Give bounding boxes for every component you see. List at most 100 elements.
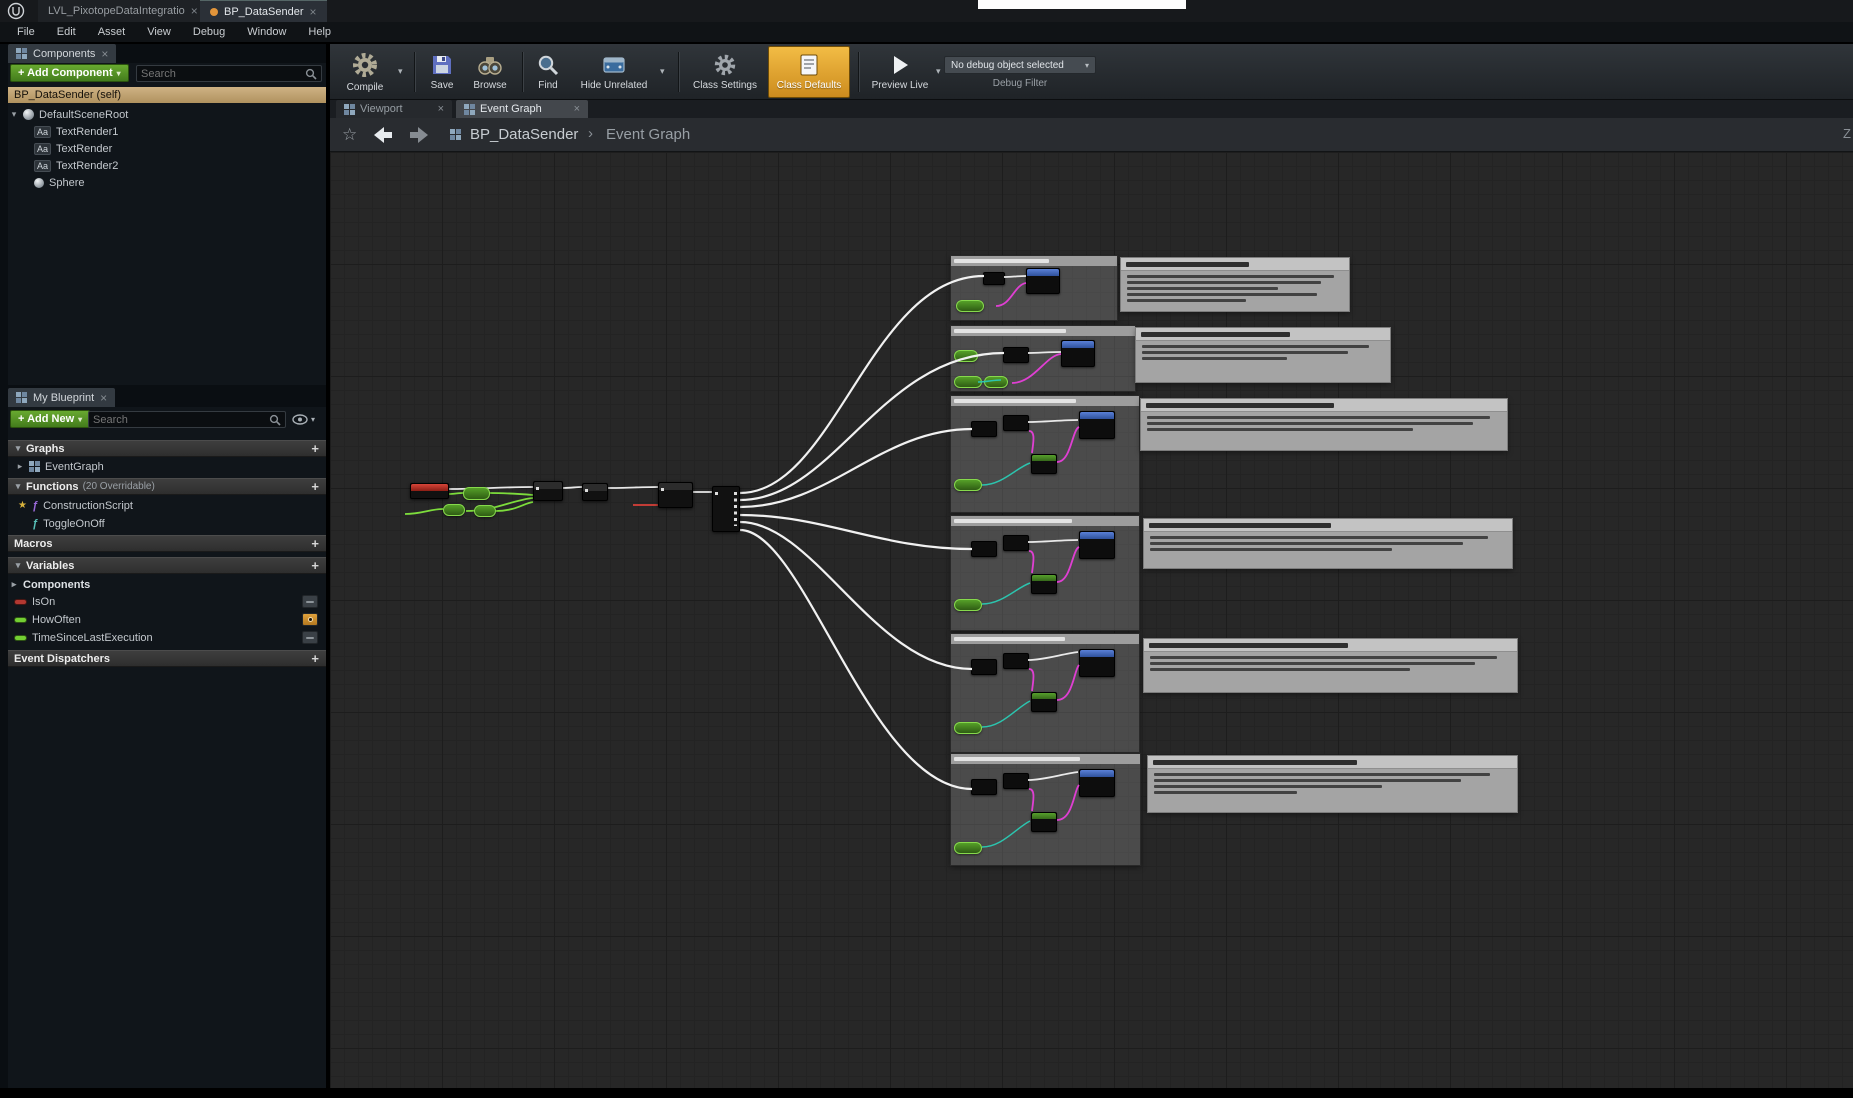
graphs-section-header[interactable]: ▾ Graphs + xyxy=(8,440,326,457)
add-new-button[interactable]: + Add New ▾ xyxy=(10,410,90,428)
menu-view[interactable]: View xyxy=(136,24,182,40)
menu-help[interactable]: Help xyxy=(297,24,342,40)
list-item-label: ConstructionScript xyxy=(43,500,133,512)
tree-item-textrender2[interactable]: Aa TextRender2 xyxy=(8,157,326,174)
logic-node[interactable] xyxy=(582,483,608,501)
menu-file[interactable]: File xyxy=(6,24,46,40)
debug-object-dropdown[interactable]: No debug object selected ▾ xyxy=(944,56,1096,74)
macros-section-header[interactable]: Macros + xyxy=(8,535,326,552)
play-icon xyxy=(890,53,910,77)
eye-open-icon[interactable] xyxy=(302,613,318,626)
hide-unrelated-caret[interactable]: ▾ xyxy=(660,66,665,77)
add-event-dispatcher-button[interactable]: + xyxy=(311,651,319,666)
list-item-constructionscript[interactable]: ★ ƒ ConstructionScript xyxy=(8,497,326,514)
tree-item-sphere[interactable]: Sphere xyxy=(8,174,326,191)
variables-category-components[interactable]: ▸ Components xyxy=(8,576,326,593)
breadcrumb-root[interactable]: BP_DataSender xyxy=(470,126,578,143)
asset-tab-bp-datasender[interactable]: BP_DataSender × xyxy=(200,0,327,22)
expander-icon[interactable]: ▾ xyxy=(14,481,22,492)
text-render-icon: Aa xyxy=(34,160,51,172)
viewport-icon xyxy=(344,104,355,115)
event-graph-canvas[interactable] xyxy=(330,152,1853,1088)
close-icon[interactable]: × xyxy=(101,47,108,61)
close-icon[interactable]: × xyxy=(100,391,107,405)
expander-icon[interactable]: ▾ xyxy=(10,109,18,120)
close-icon[interactable]: × xyxy=(310,6,317,18)
dropdown-value: No debug object selected xyxy=(951,60,1064,71)
hide-unrelated-button[interactable]: Hide Unrelated xyxy=(572,46,656,98)
close-icon[interactable]: × xyxy=(191,5,198,17)
variable-label: IsOn xyxy=(32,596,55,608)
add-graph-button[interactable]: + xyxy=(311,441,319,456)
favorite-star-icon[interactable]: ☆ xyxy=(342,125,357,145)
custom-event-node[interactable] xyxy=(410,483,449,499)
my-blueprint-panel-tab[interactable]: My Blueprint × xyxy=(8,388,115,407)
add-variable-button[interactable]: + xyxy=(311,558,319,573)
self-component-row[interactable]: BP_DataSender (self) xyxy=(8,87,326,103)
variable-row-howoften[interactable]: HowOften xyxy=(8,611,326,628)
class-settings-button[interactable]: Class Settings xyxy=(684,46,766,98)
search-input[interactable] xyxy=(93,414,269,426)
add-function-button[interactable]: + xyxy=(311,479,319,494)
variable-row-timesincelastexecution[interactable]: TimeSinceLastExecution xyxy=(8,629,326,646)
window-bottom-strip xyxy=(0,1088,1853,1098)
breadcrumb: ☆ BP_DataSender › Event Graph Z xyxy=(330,118,1853,152)
tab-label: Event Graph xyxy=(480,103,542,115)
functions-section-header[interactable]: ▾ Functions (20 Overridable) + xyxy=(8,478,326,495)
text-render-icon: Aa xyxy=(34,143,51,155)
menu-edit[interactable]: Edit xyxy=(46,24,87,40)
tab-viewport[interactable]: Viewport × xyxy=(336,100,452,118)
browse-button[interactable]: Browse xyxy=(466,46,514,98)
components-search[interactable] xyxy=(136,65,322,82)
compile-options-caret[interactable]: ▾ xyxy=(398,66,403,77)
search-input[interactable] xyxy=(141,68,305,80)
add-component-button[interactable]: + Add Component ▾ xyxy=(10,64,129,82)
compile-button[interactable]: Compile xyxy=(336,46,394,98)
variable-getter-node[interactable] xyxy=(443,504,465,516)
tree-item-defaultsceneroot[interactable]: ▾ DefaultSceneRoot xyxy=(8,106,326,123)
variables-section-header[interactable]: ▾ Variables + xyxy=(8,557,326,574)
function-icon: ƒ xyxy=(32,500,38,512)
visibility-filter-button[interactable]: ▾ xyxy=(292,411,322,428)
variable-getter-node[interactable] xyxy=(463,487,490,500)
add-macro-button[interactable]: + xyxy=(311,536,319,551)
expander-icon[interactable]: ▸ xyxy=(16,461,24,472)
close-icon[interactable]: × xyxy=(574,103,580,115)
menu-asset[interactable]: Asset xyxy=(87,24,137,40)
self-row-label: BP_DataSender (self) xyxy=(14,89,121,101)
tree-item-textrender1[interactable]: Aa TextRender1 xyxy=(8,123,326,140)
menu-window[interactable]: Window xyxy=(236,24,297,40)
list-item-toggleonoff[interactable]: ƒ ToggleOnOff xyxy=(8,515,326,532)
variable-getter-node[interactable] xyxy=(474,505,496,517)
tab-label: BP_DataSender xyxy=(224,6,304,18)
class-defaults-button[interactable]: Class Defaults xyxy=(768,46,850,98)
expander-icon[interactable]: ▾ xyxy=(14,443,22,454)
save-button[interactable]: Save xyxy=(422,46,462,98)
eye-closed-icon[interactable] xyxy=(302,595,318,608)
find-button[interactable]: Find xyxy=(528,46,568,98)
binoculars-icon xyxy=(477,53,503,77)
components-panel-tab[interactable]: Components × xyxy=(8,44,116,63)
close-icon[interactable]: × xyxy=(438,103,444,115)
tree-item-textrender[interactable]: Aa TextRender xyxy=(8,140,326,157)
list-item-eventgraph[interactable]: ▸ EventGraph xyxy=(8,458,326,475)
eye-closed-icon[interactable] xyxy=(302,631,318,644)
breadcrumb-current: Event Graph xyxy=(606,126,690,143)
back-arrow-icon[interactable] xyxy=(372,126,394,144)
my-blueprint-search[interactable] xyxy=(88,411,286,428)
menu-debug[interactable]: Debug xyxy=(182,24,236,40)
expander-icon[interactable]: ▾ xyxy=(14,560,22,571)
scene-root-icon xyxy=(23,109,34,120)
unreal-logo-icon xyxy=(4,2,28,20)
sequence-node[interactable] xyxy=(712,486,740,532)
expander-icon[interactable]: ▸ xyxy=(10,579,18,590)
set-node[interactable] xyxy=(658,482,693,508)
event-dispatchers-section-header[interactable]: Event Dispatchers + xyxy=(8,650,326,667)
branch-node[interactable] xyxy=(533,481,563,501)
preview-live-button[interactable]: Preview Live xyxy=(864,46,936,98)
preview-live-caret[interactable]: ▾ xyxy=(936,66,941,77)
forward-arrow-icon[interactable] xyxy=(408,126,430,144)
tab-event-graph[interactable]: Event Graph × xyxy=(456,100,588,118)
variable-row-ison[interactable]: IsOn xyxy=(8,593,326,610)
asset-tab-level[interactable]: LVL_PixotopeDataIntegratio × xyxy=(38,0,208,22)
